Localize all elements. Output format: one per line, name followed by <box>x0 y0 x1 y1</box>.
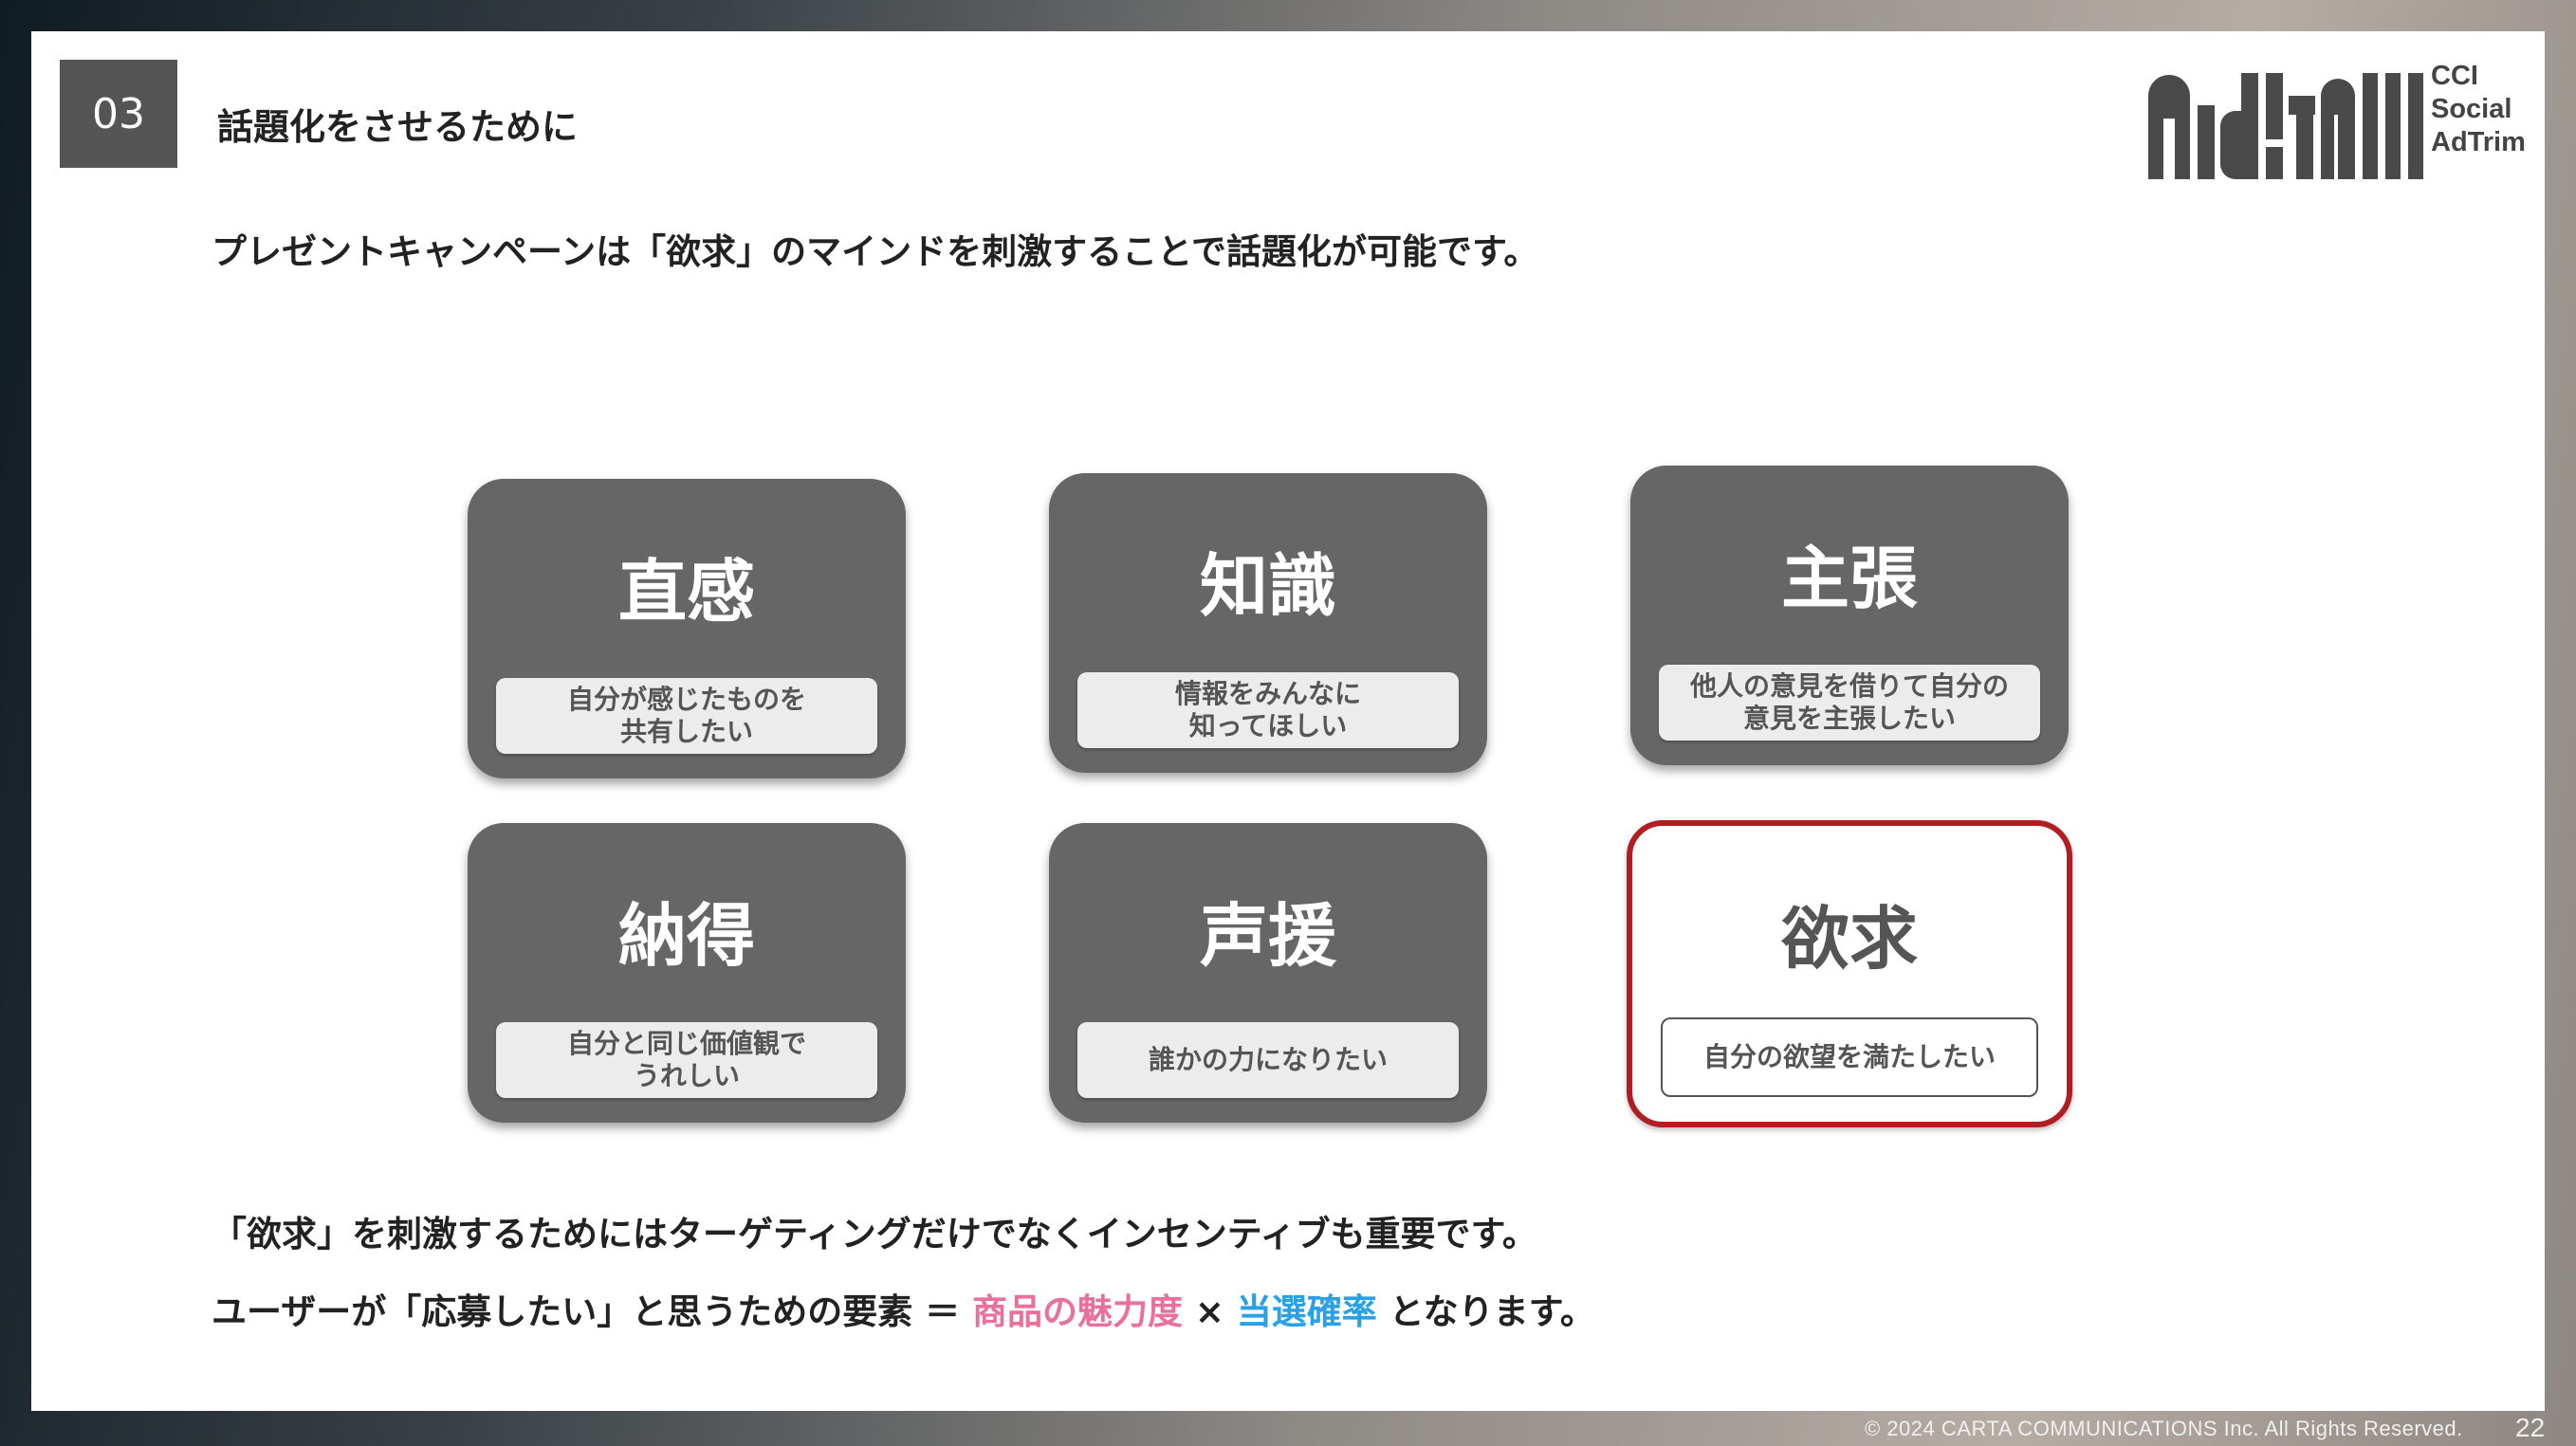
times-sign: × <box>1183 1291 1237 1332</box>
card-title: 声援 <box>1199 896 1336 976</box>
logo-text-line2: Social <box>2431 94 2512 124</box>
section-title: 話題化をさせるために <box>217 106 579 148</box>
card-title: 直感 <box>617 552 755 631</box>
footer-line-2-prefix: ユーザーが「応募したい」と思うための要素 ＝ <box>212 1291 973 1332</box>
card-title: 主張 <box>1780 539 1918 618</box>
card-opinion: 主張 他人の意見を借りて自分の 意見を主張したい <box>1630 466 2069 765</box>
card-title: 欲求 <box>1780 899 1918 979</box>
logo-text-line3: AdTrim <box>2431 127 2526 157</box>
lead-text: プレゼントキャンペーンは「欲求」のマインドを刺激することで話題化が可能です。 <box>212 231 1539 272</box>
section-number-badge: 03 <box>60 60 177 168</box>
footer-line-2-suffix: となります。 <box>1376 1291 1595 1332</box>
slide: 03 話題化をさせるために CCI Social AdTrim プレゼントキャン… <box>31 31 2545 1411</box>
card-intuition: 直感 自分が感じたものを 共有したい <box>468 479 906 778</box>
footer-line-1: 「欲求」を刺激するためにはターゲティングだけでなくインセンティブも重要です。 <box>212 1214 1537 1254</box>
card-subtitle: 自分の欲望を満たしたい <box>1661 1017 2038 1097</box>
product-appeal-text: 商品の魅力度 <box>972 1291 1184 1332</box>
card-knowledge: 知識 情報をみんなに 知ってほしい <box>1049 473 1487 773</box>
card-desire-highlighted: 欲求 自分の欲望を満たしたい <box>1627 820 2072 1127</box>
logo-text: CCI Social AdTrim <box>2431 60 2526 159</box>
win-probability-text: 当選確率 <box>1236 1291 1377 1332</box>
footer-line-2: ユーザーが「応募したい」と思うための要素 ＝ 商品の魅力度 × 当選確率 となり… <box>212 1283 1595 1334</box>
card-subtitle: 他人の意見を借りて自分の 意見を主張したい <box>1659 665 2040 741</box>
card-subtitle: 誰かの力になりたい <box>1077 1022 1459 1098</box>
logo-text-line1: CCI <box>2431 61 2478 91</box>
card-support: 声援 誰かの力になりたい <box>1049 823 1487 1123</box>
card-title: 知識 <box>1199 546 1336 626</box>
card-agreement: 納得 自分と同じ価値観で うれしい <box>468 823 906 1123</box>
copyright: © 2024 CARTA COMMUNICATIONS Inc. All Rig… <box>1865 1417 2463 1440</box>
card-subtitle: 自分と同じ価値観で うれしい <box>496 1022 877 1098</box>
card-subtitle: 情報をみんなに 知ってほしい <box>1077 672 1459 748</box>
card-title: 納得 <box>617 896 755 976</box>
page-number: 22 <box>2515 1413 2546 1442</box>
card-subtitle: 自分が感じたものを 共有したい <box>496 678 877 754</box>
